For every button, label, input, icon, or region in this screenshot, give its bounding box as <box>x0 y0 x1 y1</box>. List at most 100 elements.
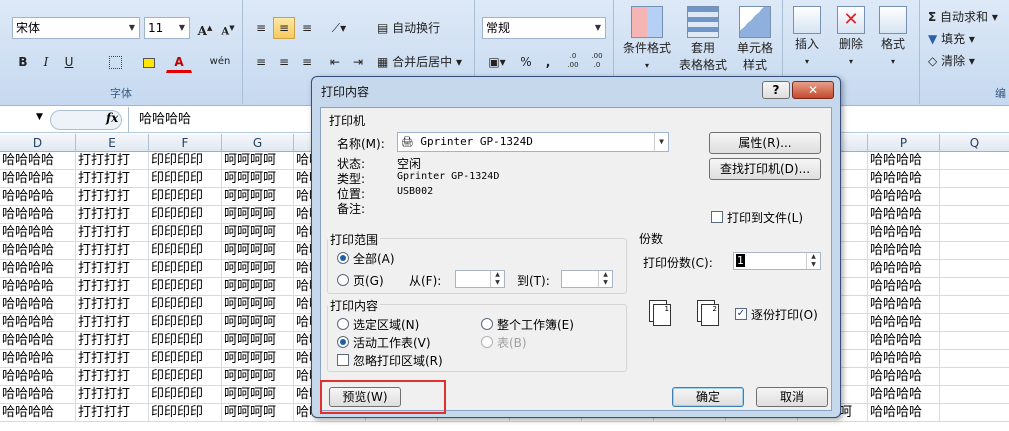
grid-cell[interactable]: 打打打打 <box>76 170 149 188</box>
font-color-button[interactable]: A <box>166 51 192 73</box>
grid-cell[interactable]: 打打打打 <box>76 314 149 332</box>
column-header[interactable]: P <box>868 134 940 152</box>
grid-cell[interactable]: 哈哈哈哈 <box>0 278 76 296</box>
grid-cell[interactable]: 印印印印 <box>149 206 222 224</box>
grid-cell[interactable]: 印印印印 <box>149 296 222 314</box>
grid-cell[interactable] <box>940 314 1009 332</box>
grid-cell[interactable]: 印印印印 <box>149 404 222 422</box>
grid-cell[interactable]: 呵呵呵呵 <box>222 206 294 224</box>
grid-cell[interactable] <box>940 188 1009 206</box>
grid-cell[interactable]: 呵呵呵呵 <box>222 242 294 260</box>
grid-cell[interactable]: 哈哈哈哈 <box>868 224 940 242</box>
format-button[interactable]: 格式 ▾ <box>870 6 916 70</box>
collate-checkbox[interactable]: ✓ <box>735 308 747 320</box>
grid-cell[interactable]: 哈哈哈哈 <box>0 188 76 206</box>
grid-cell[interactable]: 哈哈哈哈 <box>0 386 76 404</box>
grid-cell[interactable]: 哈哈哈哈 <box>868 296 940 314</box>
align-right-button[interactable]: ≡ <box>296 51 318 73</box>
grid-cell[interactable]: 哈哈哈哈 <box>0 314 76 332</box>
from-page-input[interactable]: ▲ ▼ <box>455 270 505 288</box>
fill-button[interactable]: ▼ 填充 ▾ <box>927 28 1009 50</box>
grid-cell[interactable]: 打打打打 <box>76 296 149 314</box>
range-all-radio[interactable] <box>337 252 349 264</box>
grid-cell[interactable]: 印印印印 <box>149 242 222 260</box>
font-size-combo[interactable]: 11 ▼ <box>144 17 190 39</box>
grid-cell[interactable]: 印印印印 <box>149 314 222 332</box>
grid-cell[interactable]: 印印印印 <box>149 332 222 350</box>
grid-cell[interactable] <box>940 242 1009 260</box>
grid-cell[interactable]: 呵呵呵呵 <box>222 350 294 368</box>
fill-color-button[interactable] <box>136 51 162 73</box>
grid-cell[interactable]: 打打打打 <box>76 260 149 278</box>
grid-cell[interactable] <box>940 332 1009 350</box>
grid-cell[interactable]: 哈哈哈哈 <box>0 332 76 350</box>
grid-cell[interactable]: 呵呵呵呵 <box>222 224 294 242</box>
to-page-input[interactable]: ▲ ▼ <box>561 270 613 288</box>
clear-button[interactable]: ◇ 清除 ▾ <box>927 50 1009 72</box>
underline-button[interactable]: U <box>58 51 80 73</box>
delete-button[interactable]: ✕ 删除 ▾ <box>828 6 874 70</box>
grid-cell[interactable]: 呵呵呵呵 <box>222 152 294 170</box>
grid-cell[interactable]: 哈哈哈哈 <box>868 188 940 206</box>
grid-cell[interactable]: 印印印印 <box>149 224 222 242</box>
copies-spin-icon[interactable]: ▲ ▼ <box>806 253 820 269</box>
grid-cell[interactable]: 哈哈哈哈 <box>868 206 940 224</box>
grid-cell[interactable]: 哈哈哈哈 <box>0 152 76 170</box>
align-bottom-button[interactable]: ≡ <box>296 17 318 39</box>
grid-cell[interactable]: 印印印印 <box>149 152 222 170</box>
grid-cell[interactable]: 哈哈哈哈 <box>868 368 940 386</box>
phonetic-button[interactable]: wén <box>203 51 237 73</box>
grid-cell[interactable]: 哈哈哈哈 <box>868 152 940 170</box>
help-button[interactable]: ? <box>762 81 790 99</box>
grid-cell[interactable]: 哈哈哈哈 <box>868 404 940 422</box>
name-box-dropdown[interactable]: ▼ <box>36 112 43 122</box>
grid-cell[interactable]: 印印印印 <box>149 188 222 206</box>
grid-cell[interactable]: 哈哈哈哈 <box>0 260 76 278</box>
grid-cell[interactable]: 哈哈哈哈 <box>0 206 76 224</box>
italic-button[interactable]: I <box>35 51 57 73</box>
grid-cell[interactable]: 呵呵呵呵 <box>222 278 294 296</box>
font-name-combo[interactable]: 宋体 ▼ <box>12 17 140 39</box>
grid-cell[interactable]: 打打打打 <box>76 152 149 170</box>
grid-cell[interactable]: 打打打打 <box>76 350 149 368</box>
to-spin-icon[interactable]: ▲ ▼ <box>598 271 612 287</box>
decrease-indent-button[interactable]: ⇤ <box>324 51 346 73</box>
print-to-file-checkbox[interactable] <box>711 211 723 223</box>
table-format-button[interactable]: 套用 表格格式 <box>677 6 729 74</box>
column-header[interactable]: Q <box>940 134 1009 152</box>
conditional-format-button[interactable]: 条件格式 ▾ <box>619 6 675 74</box>
autosum-button[interactable]: Σ 自动求和 ▾ <box>927 6 1009 28</box>
grid-cell[interactable]: 哈哈哈哈 <box>868 170 940 188</box>
percent-button[interactable]: % <box>516 51 536 73</box>
grid-cell[interactable]: 哈哈哈哈 <box>0 404 76 422</box>
whole-workbook-radio[interactable] <box>481 318 493 330</box>
grid-cell[interactable]: 呵呵呵呵 <box>222 368 294 386</box>
grow-font-button[interactable]: A▲ <box>194 17 216 39</box>
grid-cell[interactable]: 打打打打 <box>76 332 149 350</box>
grid-cell[interactable]: 印印印印 <box>149 170 222 188</box>
grid-cell[interactable]: 呵呵呵呵 <box>222 386 294 404</box>
border-button[interactable] <box>98 51 132 73</box>
grid-cell[interactable]: 打打打打 <box>76 386 149 404</box>
increase-decimal-button[interactable]: .0 .00 <box>562 51 584 73</box>
grid-cell[interactable]: 哈哈哈哈 <box>0 350 76 368</box>
grid-cell[interactable] <box>940 260 1009 278</box>
column-header[interactable]: D <box>0 134 76 152</box>
grid-cell[interactable] <box>940 278 1009 296</box>
wrap-text-button[interactable]: ▤ 自动换行 <box>372 17 464 39</box>
ok-button[interactable]: 确定 <box>672 387 744 407</box>
increase-indent-button[interactable]: ⇥ <box>347 51 369 73</box>
grid-cell[interactable]: 呵呵呵呵 <box>222 260 294 278</box>
grid-cell[interactable]: 哈哈哈哈 <box>868 242 940 260</box>
decrease-decimal-button[interactable]: .00 .0 <box>586 51 608 73</box>
shrink-font-button[interactable]: A▼ <box>217 17 239 39</box>
grid-cell[interactable]: 印印印印 <box>149 260 222 278</box>
align-top-button[interactable]: ≡ <box>250 17 272 39</box>
grid-cell[interactable]: 印印印印 <box>149 368 222 386</box>
grid-cell[interactable] <box>940 224 1009 242</box>
grid-cell[interactable]: 打打打打 <box>76 188 149 206</box>
grid-cell[interactable]: 打打打打 <box>76 278 149 296</box>
active-sheet-radio[interactable] <box>337 336 349 348</box>
number-format-combo[interactable]: 常规 ▼ <box>482 17 606 39</box>
ignore-print-area-checkbox[interactable] <box>337 354 349 366</box>
